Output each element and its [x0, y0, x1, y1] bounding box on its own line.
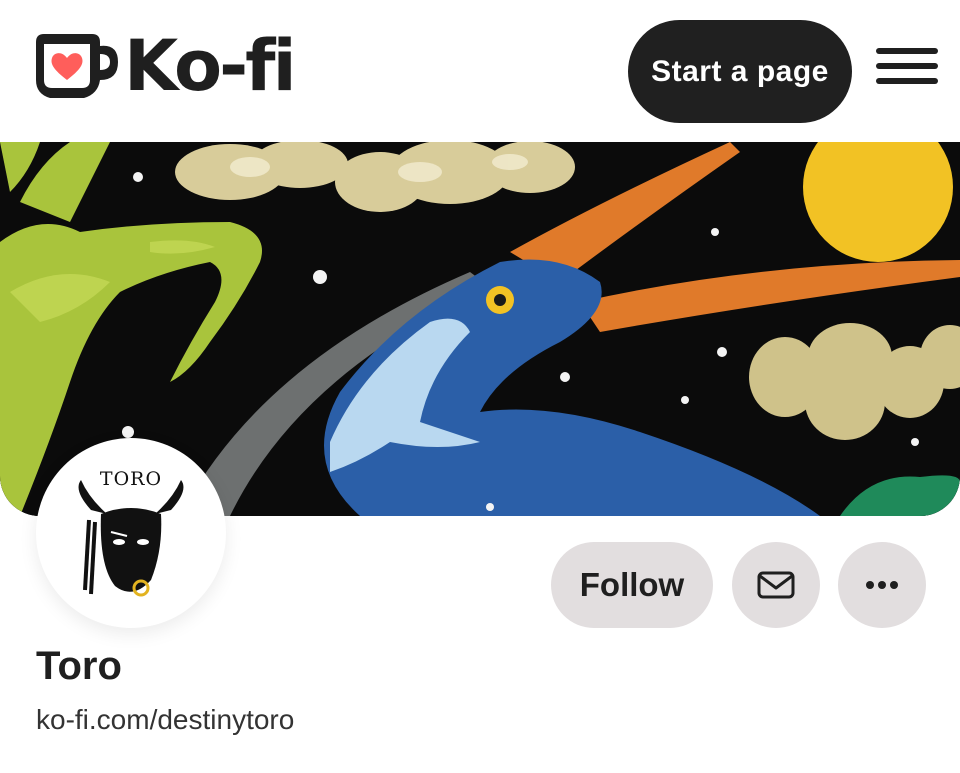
- profile-name: Toro: [36, 644, 122, 688]
- top-header: Ko-fi Start a page: [0, 0, 960, 142]
- menu-line: [876, 48, 938, 54]
- menu-line: [876, 63, 938, 69]
- kofi-logo[interactable]: Ko-fi: [28, 25, 297, 107]
- more-dots-icon: [866, 581, 898, 589]
- menu-line: [876, 78, 938, 84]
- envelope-icon: [757, 571, 795, 599]
- more-options-button[interactable]: [838, 542, 926, 628]
- bull-head-icon: [78, 480, 184, 597]
- logo-wordmark: Ko-fi: [124, 25, 297, 107]
- profile-url[interactable]: ko-fi.com/destinytoro: [36, 704, 294, 736]
- kofi-cup-icon: [36, 34, 118, 98]
- follow-button[interactable]: Follow: [551, 542, 713, 628]
- profile-avatar[interactable]: TORO: [36, 438, 226, 628]
- avatar-text: TORO: [99, 468, 163, 490]
- message-button[interactable]: [732, 542, 820, 628]
- start-a-page-button[interactable]: Start a page: [628, 20, 852, 123]
- hamburger-menu-icon[interactable]: [872, 44, 940, 88]
